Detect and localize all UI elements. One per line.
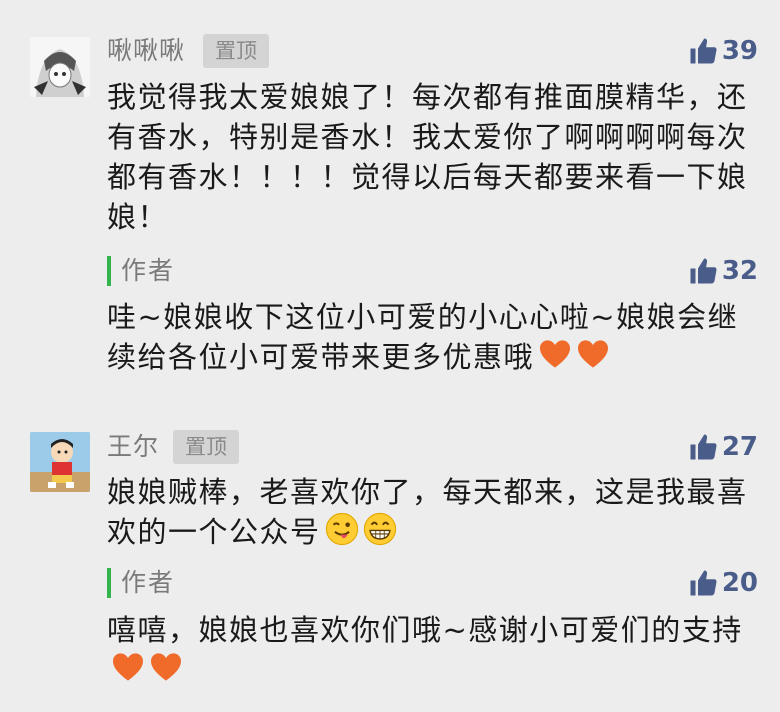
reply-text: 嘻嘻，娘娘也喜欢你们哦~感谢小可爱们的支持 bbox=[107, 610, 767, 692]
thumbs-up-icon bbox=[690, 434, 717, 460]
comment-nickname[interactable]: 啾啾啾 bbox=[107, 34, 185, 68]
like-count: 27 bbox=[721, 432, 758, 462]
comment-text-content: 娘娘贼棒，老喜欢你了，每天都来，这是我最喜欢的一个公众号 bbox=[107, 475, 748, 549]
comment-text: 我觉得我太爱娘娘了！每次都有推面膜精华，还有香水，特别是香水！我太爱你了啊啊啊啊… bbox=[107, 80, 748, 234]
comment-nickname[interactable]: 王尔 bbox=[107, 430, 159, 464]
pinned-badge: 置顶 bbox=[173, 430, 239, 464]
wink-tongue-emoji bbox=[325, 512, 359, 556]
author-reply-label: 作者 bbox=[107, 568, 175, 598]
like-button[interactable]: 27 bbox=[688, 430, 758, 464]
heart-icon bbox=[538, 339, 572, 379]
reply-like-button[interactable]: 32 bbox=[688, 254, 758, 288]
thumbs-up-icon bbox=[690, 258, 717, 284]
thumbs-up-icon bbox=[690, 570, 717, 596]
reply-text: 哇~娘娘收下这位小可爱的小心心啦~娘娘会继续给各位小可爱带来更多优惠哦 bbox=[107, 297, 767, 379]
pinned-badge: 置顶 bbox=[203, 34, 269, 68]
avatar[interactable] bbox=[30, 432, 90, 492]
like-count: 32 bbox=[721, 256, 758, 286]
like-count: 39 bbox=[721, 36, 758, 66]
reply-text-content: 嘻嘻，娘娘也喜欢你们哦~感谢小可爱们的支持 bbox=[107, 613, 743, 647]
thumbs-up-icon bbox=[690, 38, 717, 64]
like-button[interactable]: 39 bbox=[688, 34, 758, 68]
reply-like-button[interactable]: 20 bbox=[688, 566, 758, 600]
comment-text: 娘娘贼棒，老喜欢你了，每天都来，这是我最喜欢的一个公众号 bbox=[107, 472, 767, 556]
heart-icon bbox=[111, 652, 145, 692]
heart-icon bbox=[149, 652, 183, 692]
grin-emoji bbox=[363, 512, 397, 556]
reply-text-content: 哇~娘娘收下这位小可爱的小心心啦~娘娘会继续给各位小可爱带来更多优惠哦 bbox=[107, 300, 739, 374]
author-reply-label: 作者 bbox=[107, 256, 175, 286]
avatar[interactable] bbox=[30, 37, 90, 97]
heart-icon bbox=[576, 339, 610, 379]
like-count: 20 bbox=[721, 568, 758, 598]
